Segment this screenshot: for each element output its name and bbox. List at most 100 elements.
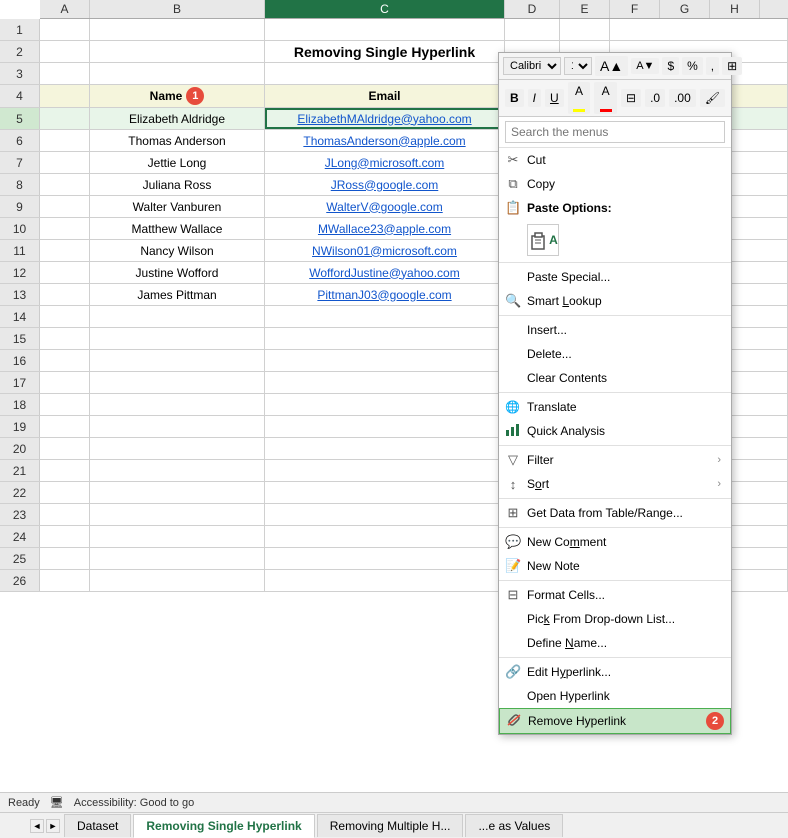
- cell-c18[interactable]: [265, 394, 505, 415]
- cell-b15[interactable]: [90, 328, 265, 349]
- tab-dataset[interactable]: Dataset: [64, 814, 131, 837]
- percent-btn[interactable]: %: [682, 57, 703, 75]
- cell-a6[interactable]: [40, 130, 90, 151]
- cell-b23[interactable]: [90, 504, 265, 525]
- cell-c17[interactable]: [265, 372, 505, 393]
- cell-a10[interactable]: [40, 218, 90, 239]
- cell-b24[interactable]: [90, 526, 265, 547]
- cell-b17[interactable]: [90, 372, 265, 393]
- cell-a8[interactable]: [40, 174, 90, 195]
- menu-item-paste-special[interactable]: Paste Special...: [499, 265, 731, 289]
- cell-a13[interactable]: [40, 284, 90, 305]
- cell-b22[interactable]: [90, 482, 265, 503]
- cell-a12[interactable]: [40, 262, 90, 283]
- cell-c8[interactable]: JRoss@google.com: [265, 174, 505, 195]
- cell-b18[interactable]: [90, 394, 265, 415]
- cell-b19[interactable]: [90, 416, 265, 437]
- increase-font-btn[interactable]: A▲: [595, 56, 628, 76]
- cell-c24[interactable]: [265, 526, 505, 547]
- cell-a14[interactable]: [40, 306, 90, 327]
- table-btn[interactable]: ⊞: [722, 57, 742, 75]
- cell-a19[interactable]: [40, 416, 90, 437]
- cell-b13[interactable]: James Pittman: [90, 284, 265, 305]
- menu-item-open-hyperlink[interactable]: Open Hyperlink: [499, 684, 731, 708]
- cell-a4[interactable]: [40, 85, 90, 107]
- menu-item-define-name[interactable]: Define Name...: [499, 631, 731, 655]
- cell-c19[interactable]: [265, 416, 505, 437]
- font-size-select[interactable]: 12: [564, 57, 592, 75]
- cell-b10[interactable]: Matthew Wallace: [90, 218, 265, 239]
- cell-b25[interactable]: [90, 548, 265, 569]
- menu-item-quick-analysis[interactable]: Quick Analysis: [499, 419, 731, 443]
- cell-b20[interactable]: [90, 438, 265, 459]
- cell-a20[interactable]: [40, 438, 90, 459]
- cell-a7[interactable]: [40, 152, 90, 173]
- dec-decimal-btn[interactable]: .0: [645, 89, 665, 107]
- cell-c16[interactable]: [265, 350, 505, 371]
- menu-item-remove-hyperlink[interactable]: Remove Hyperlink 2: [499, 708, 731, 734]
- font-family-select[interactable]: Calibri: [503, 57, 561, 75]
- cell-b8[interactable]: Juliana Ross: [90, 174, 265, 195]
- cell-b9[interactable]: Walter Vanburen: [90, 196, 265, 217]
- paint-format-btn[interactable]: 🖌: [700, 89, 725, 107]
- cell-a1[interactable]: [40, 19, 90, 40]
- cell-c12[interactable]: WoffordJustine@yahoo.com: [265, 262, 505, 283]
- menu-item-translate[interactable]: 🌐 Translate: [499, 395, 731, 419]
- cell-a17[interactable]: [40, 372, 90, 393]
- cell-b5-name[interactable]: Elizabeth Aldridge: [90, 108, 265, 129]
- menu-item-new-note[interactable]: 📝 New Note: [499, 554, 731, 578]
- menu-item-clear-contents[interactable]: Clear Contents: [499, 366, 731, 390]
- decrease-font-btn[interactable]: A▼: [631, 58, 659, 74]
- cell-c9[interactable]: WalterV@google.com: [265, 196, 505, 217]
- tab-paste-as-values[interactable]: ...e as Values: [465, 814, 563, 837]
- currency-btn[interactable]: $: [662, 57, 679, 75]
- cell-a21[interactable]: [40, 460, 90, 481]
- cell-c25[interactable]: [265, 548, 505, 569]
- cell-c1[interactable]: [265, 19, 505, 40]
- menu-item-get-data[interactable]: ⊞ Get Data from Table/Range...: [499, 501, 731, 525]
- cell-c22[interactable]: [265, 482, 505, 503]
- cell-c23[interactable]: [265, 504, 505, 525]
- bold-btn[interactable]: B: [505, 89, 524, 107]
- cell-b12[interactable]: Justine Wofford: [90, 262, 265, 283]
- cell-a11[interactable]: [40, 240, 90, 261]
- cell-a24[interactable]: [40, 526, 90, 547]
- comma-btn[interactable]: ,: [706, 57, 719, 75]
- menu-item-insert[interactable]: Insert...: [499, 318, 731, 342]
- cell-b1[interactable]: [90, 19, 265, 40]
- menu-item-format-cells[interactable]: ⊟ Format Cells...: [499, 583, 731, 607]
- cell-e1[interactable]: [560, 19, 610, 40]
- cell-c10[interactable]: MWallace23@apple.com: [265, 218, 505, 239]
- tab-scroll-right-btn[interactable]: ►: [46, 819, 60, 833]
- cell-c13[interactable]: PittmanJ03@google.com: [265, 284, 505, 305]
- cell-a15[interactable]: [40, 328, 90, 349]
- cell-d1[interactable]: [505, 19, 560, 40]
- italic-btn[interactable]: I: [528, 89, 541, 107]
- cell-c26[interactable]: [265, 570, 505, 591]
- menu-item-sort[interactable]: ↕ Sort ›: [499, 472, 731, 496]
- cell-a3[interactable]: [40, 63, 90, 84]
- menu-item-edit-hyperlink[interactable]: 🔗 Edit Hyperlink...: [499, 660, 731, 684]
- font-color-btn[interactable]: A: [594, 82, 617, 114]
- cell-a26[interactable]: [40, 570, 90, 591]
- menu-item-filter[interactable]: ▽ Filter ›: [499, 448, 731, 472]
- cell-b26[interactable]: [90, 570, 265, 591]
- tab-scroll-left-btn[interactable]: ◄: [30, 819, 44, 833]
- borders-btn[interactable]: ⊟: [621, 89, 641, 107]
- cell-c14[interactable]: [265, 306, 505, 327]
- cell-b16[interactable]: [90, 350, 265, 371]
- cell-a16[interactable]: [40, 350, 90, 371]
- cell-b3[interactable]: [90, 63, 265, 84]
- cell-c21[interactable]: [265, 460, 505, 481]
- cell-c15[interactable]: [265, 328, 505, 349]
- cell-a23[interactable]: [40, 504, 90, 525]
- menu-item-copy[interactable]: ⧉ Copy: [499, 172, 731, 196]
- cell-b6[interactable]: Thomas Anderson: [90, 130, 265, 151]
- cell-b7[interactable]: Jettie Long: [90, 152, 265, 173]
- cell-b21[interactable]: [90, 460, 265, 481]
- header-email[interactable]: Email: [265, 85, 505, 107]
- cell-a9[interactable]: [40, 196, 90, 217]
- cell-c2-title[interactable]: Removing Single Hyperlink: [265, 41, 505, 62]
- cell-b2[interactable]: [90, 41, 265, 62]
- fill-color-btn[interactable]: A: [568, 82, 591, 114]
